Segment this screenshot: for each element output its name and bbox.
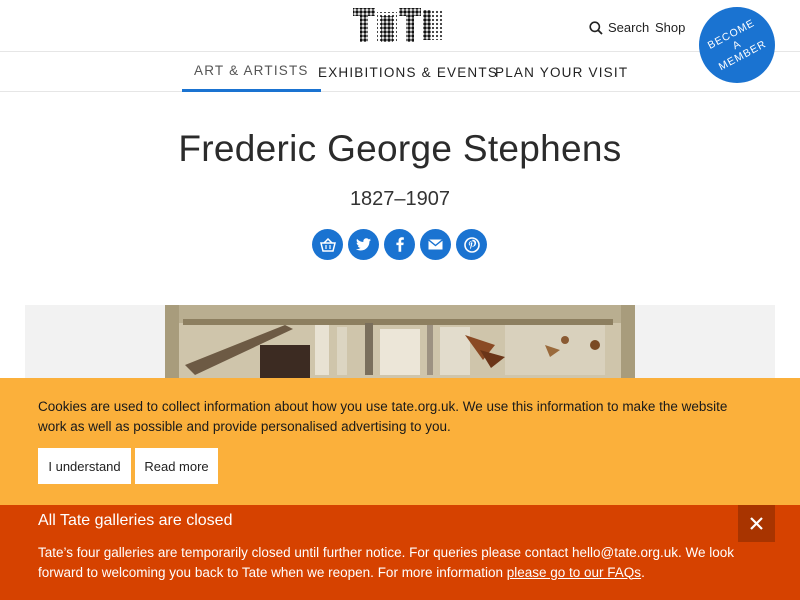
shop-link[interactable]: Shop: [655, 20, 685, 35]
faq-link[interactable]: please go to our FAQs: [507, 565, 641, 580]
closure-message: Tate’s four galleries are temporarily cl…: [38, 543, 738, 582]
become-a-member-button[interactable]: BECOME A MEMBER: [699, 7, 775, 83]
email-icon: [428, 239, 443, 250]
cookie-read-more-button[interactable]: Read more: [135, 448, 218, 484]
member-badge-label: BECOME A MEMBER: [705, 17, 769, 74]
search-link[interactable]: Search: [589, 20, 649, 35]
closure-text-after: .: [641, 564, 645, 580]
share-buttons: [312, 229, 487, 260]
cookie-accept-button[interactable]: I understand: [38, 448, 131, 484]
closure-banner: All Tate galleries are closed Tate’s fou…: [0, 505, 800, 600]
facebook-button[interactable]: [384, 229, 415, 260]
pinterest-icon: [463, 236, 480, 253]
facebook-icon: [395, 237, 404, 252]
tate-logo[interactable]: TATE: [350, 5, 448, 45]
twitter-icon: [356, 238, 371, 251]
cookie-message: Cookies are used to collect information …: [38, 399, 728, 434]
main-nav: ART & ARTISTS EXHIBITIONS & EVENTS PLAN …: [0, 52, 800, 92]
closure-title: All Tate galleries are closed: [38, 512, 233, 529]
nav-plan-your-visit[interactable]: PLAN YOUR VISIT: [495, 52, 628, 92]
cookie-banner: Cookies are used to collect information …: [0, 378, 800, 505]
artist-dates: 1827–1907: [349, 188, 451, 210]
nav-exhibitions-and-events[interactable]: EXHIBITIONS & EVENTS: [318, 52, 498, 92]
tate-logo-mark: [353, 8, 443, 42]
nav-art-and-artists[interactable]: ART & ARTISTS: [182, 52, 321, 92]
pinterest-button[interactable]: [456, 229, 487, 260]
site-header: TATE Search Shop: [0, 0, 800, 52]
close-banner-button[interactable]: ×: [738, 505, 775, 542]
close-icon: [750, 517, 763, 530]
basket-button[interactable]: [312, 229, 343, 260]
artist-name: Frederic George Stephens: [178, 128, 622, 169]
email-button[interactable]: [420, 229, 451, 260]
basket-icon: [319, 237, 336, 252]
twitter-button[interactable]: [348, 229, 379, 260]
search-label: Search: [608, 20, 650, 35]
search-icon: [589, 20, 603, 35]
